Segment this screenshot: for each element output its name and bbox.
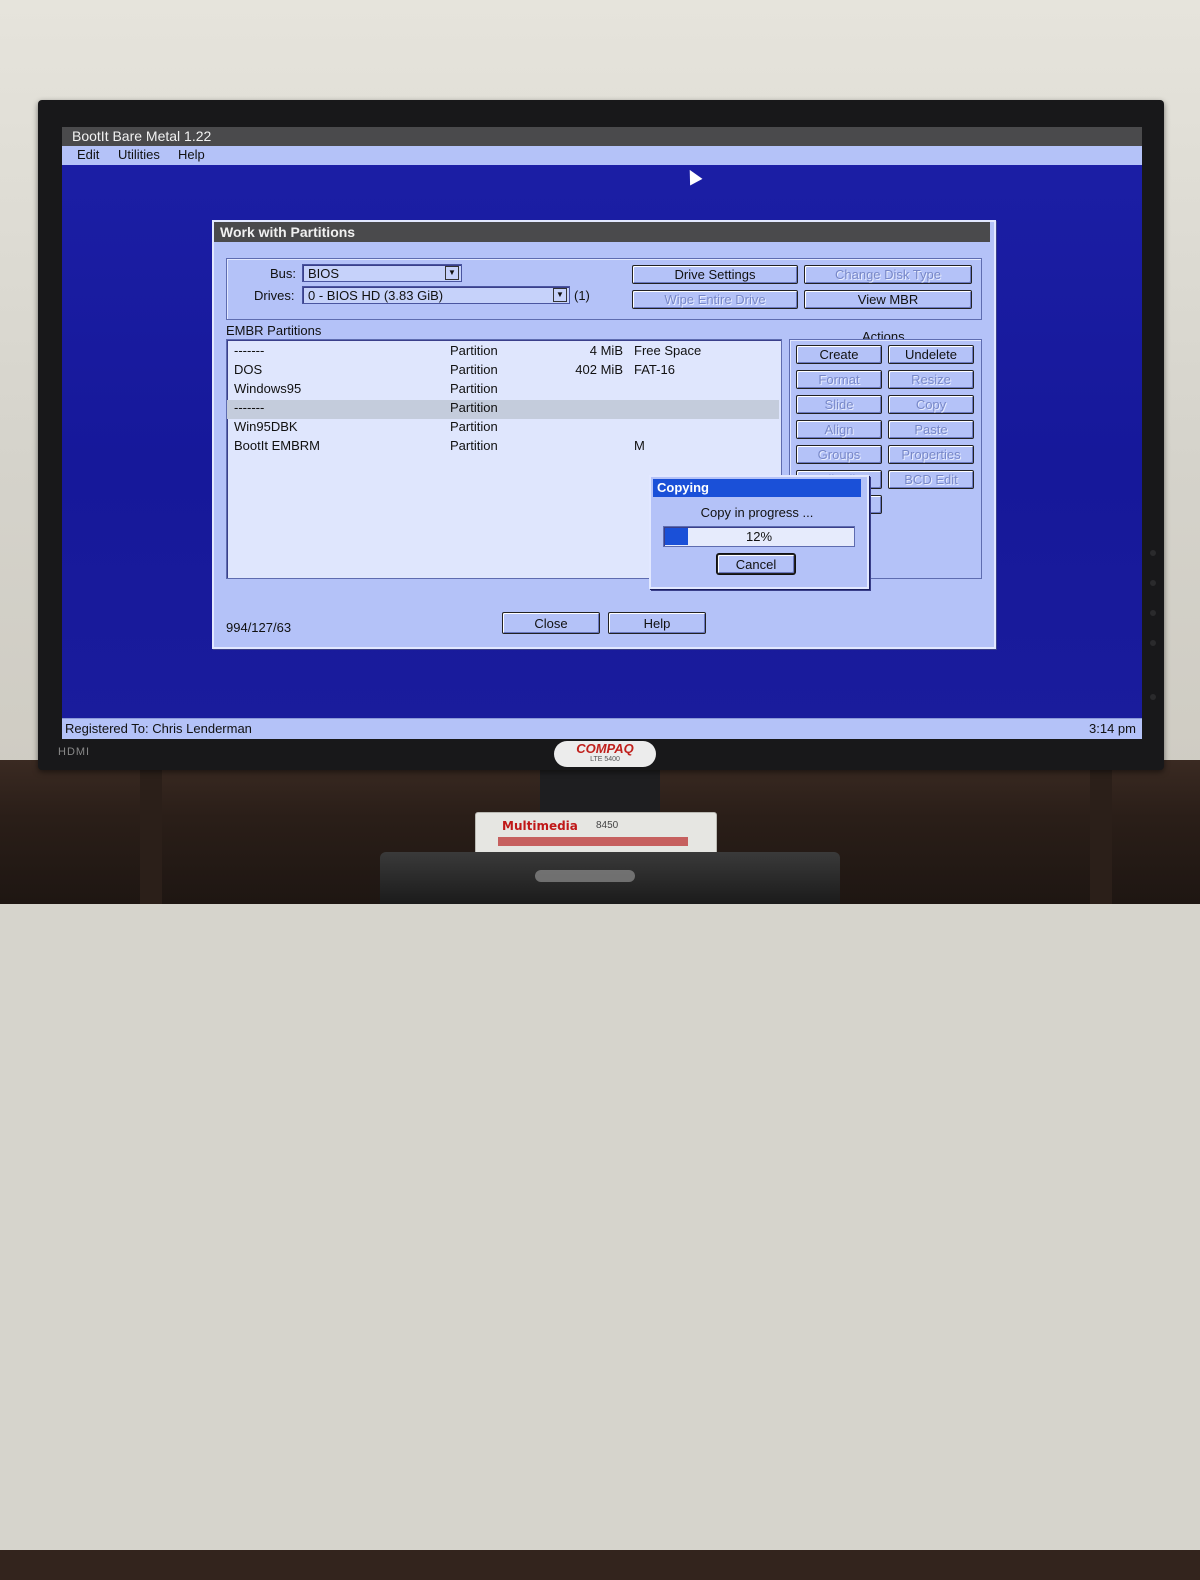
bus-value: BIOS [308, 266, 340, 281]
monitor-button [1150, 550, 1156, 556]
laptop [380, 852, 840, 904]
disk-geometry: 994/127/63 [226, 620, 292, 635]
menu-bar: Edit Utilities Help [62, 146, 1142, 165]
table-row[interactable]: DOS Partition 402 MiB FAT-16 [227, 362, 779, 381]
device-label: Multimedia [502, 819, 578, 833]
wipe-entire-drive-button[interactable]: Wipe Entire Drive [632, 290, 798, 309]
properties-button[interactable]: Properties [888, 445, 974, 464]
bus-select[interactable]: BIOS ▼ [302, 264, 462, 282]
partition-name: Win95DBK [234, 419, 298, 434]
format-button[interactable]: Format [796, 370, 882, 389]
table-row[interactable]: Windows95 Partition [227, 381, 779, 400]
paste-button[interactable]: Paste [888, 420, 974, 439]
laptop-badge [535, 870, 635, 882]
partition-size: 402 MiB [575, 362, 623, 377]
power-button [1150, 694, 1156, 700]
partition-name: Windows95 [234, 381, 302, 396]
partition-name: ------- [234, 400, 265, 415]
copy-progress-bar: 12% [663, 526, 855, 547]
monitor-button [1150, 640, 1156, 646]
partition-type: Partition [450, 438, 498, 453]
help-button[interactable]: Help [608, 612, 706, 634]
copying-dialog: Copying Copy in progress ... 12% Cancel [649, 475, 869, 589]
drive-settings-button[interactable]: Drive Settings [632, 265, 798, 284]
groups-button[interactable]: Groups [796, 445, 882, 464]
shelf-post [140, 770, 162, 904]
table-row-selected[interactable]: ------- Partition [227, 400, 779, 419]
slide-button[interactable]: Slide [796, 395, 882, 414]
registration-text: Registered To: Chris Lenderman [65, 721, 252, 736]
partition-type: Partition [450, 419, 498, 434]
partition-name: ------- [234, 343, 265, 358]
chevron-down-icon[interactable]: ▼ [445, 266, 459, 280]
partition-filesystem: FAT-16 [634, 362, 675, 377]
table-row[interactable]: Win95DBK Partition [227, 419, 779, 438]
drives-select[interactable]: 0 - BIOS HD (3.83 GiB) ▼ [302, 286, 570, 304]
partition-name: DOS [234, 362, 263, 377]
partition-type: Partition [450, 362, 498, 377]
menu-edit[interactable]: Edit [77, 147, 99, 162]
copy-button[interactable]: Copy [888, 395, 974, 414]
dialog-title: Work with Partitions [214, 222, 990, 242]
monitor-stand [540, 768, 660, 818]
table-row[interactable]: BootIt EMBRM Partition M [227, 438, 779, 457]
close-button[interactable]: Close [502, 612, 600, 634]
drives-value: 0 - BIOS HD (3.83 GiB) [308, 288, 444, 303]
shelf-rail [0, 1550, 1200, 1580]
status-bar: Registered To: Chris Lenderman 3:14 pm [62, 718, 1142, 739]
partition-type: Partition [450, 400, 498, 415]
view-mbr-button[interactable]: View MBR [804, 290, 972, 309]
device-stripe [498, 837, 688, 846]
cancel-button[interactable]: Cancel [717, 554, 795, 574]
embr-partitions-label: EMBR Partitions [226, 323, 322, 338]
drives-label: Drives: [254, 288, 295, 303]
create-button[interactable]: Create [796, 345, 882, 364]
partition-size: 4 MiB [589, 343, 623, 358]
partition-filesystem: Free Space [634, 343, 702, 358]
partition-name: BootIt EMBRM [234, 438, 320, 453]
shelf-post [1090, 770, 1112, 904]
compaq-logo: COMPAQ LTE 5400 [554, 741, 656, 767]
chevron-down-icon[interactable]: ▼ [553, 288, 567, 302]
device-model: 8450 [596, 820, 619, 831]
monitor-button [1150, 580, 1156, 586]
menu-utilities[interactable]: Utilities [118, 147, 160, 162]
partition-filesystem: M [634, 438, 645, 453]
partition-type: Partition [450, 381, 498, 396]
hdmi-label: HDMI [58, 746, 91, 758]
copying-title: Copying [653, 479, 861, 497]
bus-label: Bus: [270, 266, 297, 281]
model-name: LTE 5400 [590, 756, 620, 763]
work-with-partitions-dialog: Work with Partitions Bus: BIOS ▼ Drives:… [212, 220, 996, 649]
table-row[interactable]: ------- Partition 4 MiB Free Space [227, 343, 779, 362]
bcd-edit-button[interactable]: BCD Edit [888, 470, 974, 489]
monitor-button [1150, 610, 1156, 616]
resize-button[interactable]: Resize [888, 370, 974, 389]
drives-count: (1) [574, 288, 590, 303]
align-button[interactable]: Align [796, 420, 882, 439]
progress-percent: 12% [745, 529, 773, 544]
menu-help[interactable]: Help [178, 147, 205, 162]
mouse-cursor-icon [683, 166, 703, 186]
partition-type: Partition [450, 343, 498, 358]
clock: 3:14 pm [1089, 721, 1136, 736]
brand-name: COMPAQ [576, 741, 634, 756]
undelete-button[interactable]: Undelete [888, 345, 974, 364]
copy-message: Copy in progress ... [700, 505, 814, 520]
screen: BootIt Bare Metal 1.22 Edit Utilities He… [62, 127, 1142, 739]
app-title: BootIt Bare Metal 1.22 [62, 127, 1142, 146]
change-disk-type-button[interactable]: Change Disk Type [804, 265, 972, 284]
